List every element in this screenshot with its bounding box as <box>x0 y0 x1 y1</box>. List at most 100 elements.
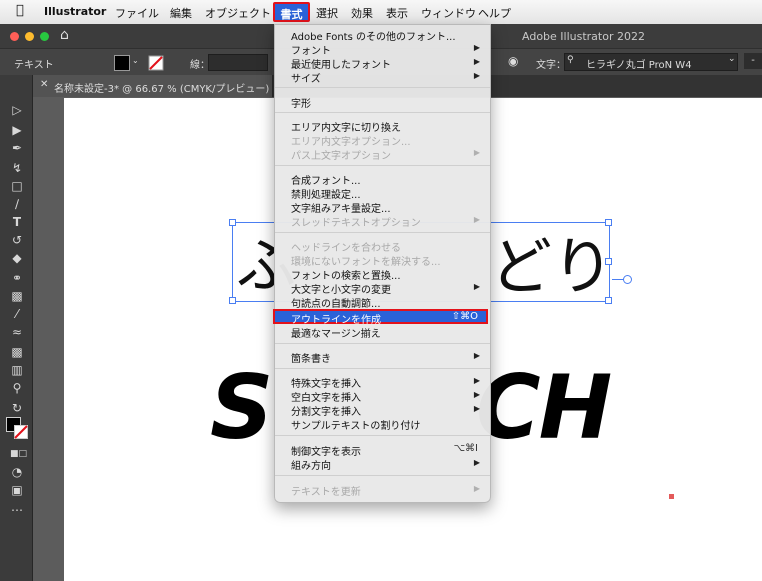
pen-tool-icon[interactable]: ✒ <box>10 141 24 155</box>
stroke-none-swatch[interactable] <box>148 55 164 71</box>
more-tools-icon[interactable]: ⋯ <box>10 503 24 517</box>
zoom-window-button[interactable] <box>40 32 49 41</box>
minimize-window-button[interactable] <box>25 32 34 41</box>
menu-item-smart-punctuation[interactable]: 句読点の自動調節... <box>291 295 381 310</box>
brush-tool-icon[interactable]: ∕ <box>10 197 24 211</box>
document-tab-title: 名称未設定-3* @ 66.67 % (CMYK/プレビュー) <box>54 84 270 95</box>
menu-select[interactable]: 選択 <box>316 5 338 21</box>
menu-item-fill-placeholder-text[interactable]: サンプルテキストの割り付け <box>291 417 420 432</box>
submenu-arrow-icon: ▶ <box>473 43 480 52</box>
submenu-arrow-icon: ▶ <box>473 404 480 413</box>
menu-item-show-hidden-characters[interactable]: 制御文字を表示 <box>291 443 361 458</box>
menu-item-resolve-missing-fonts: 環境にないフォントを解決する... <box>291 257 441 268</box>
direct-selection-tool-icon[interactable]: ▶ <box>10 123 24 137</box>
search-icon: ⚲ <box>567 55 574 65</box>
menu-help[interactable]: ヘルプ <box>478 5 511 21</box>
menu-window[interactable]: ウィンドウ <box>421 5 476 21</box>
artboard-tool-icon[interactable]: ▥ <box>10 363 24 377</box>
menu-item-area-type-options: エリア内文字オプション... <box>291 137 411 148</box>
font-dropdown-chevron-icon[interactable]: ⌄ <box>728 54 736 64</box>
submenu-arrow-icon: ▶ <box>473 282 480 291</box>
submenu-arrow-icon: ▶ <box>473 71 480 80</box>
menu-view[interactable]: 表示 <box>386 5 408 21</box>
submenu-arrow-icon: ▶ <box>473 484 480 493</box>
selection-handle[interactable] <box>229 297 236 304</box>
stroke-color-swatch[interactable] <box>14 425 28 439</box>
menu-item-glyphs[interactable]: 字形 <box>291 95 311 110</box>
stroke-label: 線： <box>190 60 210 71</box>
zoom-tool-icon[interactable]: ⚲ <box>10 381 24 395</box>
submenu-arrow-icon: ▶ <box>473 390 480 399</box>
menu-file[interactable]: ファイル <box>115 5 159 21</box>
menu-item-change-case[interactable]: 大文字と小文字の変更 <box>291 281 391 296</box>
menu-item-type-orientation[interactable]: 組み方向 <box>291 457 331 472</box>
shape-builder-tool-icon[interactable]: ⚭ <box>10 271 24 285</box>
screen-mode-icon[interactable]: ▣ <box>10 483 24 497</box>
menu-item-find-replace-font[interactable]: フォントの検索と置換... <box>291 267 401 282</box>
stroke-weight-input[interactable] <box>208 54 268 71</box>
fill-swatch[interactable] <box>114 55 130 71</box>
submenu-arrow-icon: ▶ <box>473 458 480 467</box>
close-window-button[interactable] <box>10 32 19 41</box>
menu-item-area-type[interactable]: エリア内文字に切り換え <box>291 119 401 134</box>
type-tool-icon[interactable]: T <box>10 215 24 229</box>
menu-separator <box>275 475 490 476</box>
drawing-mode-icon[interactable]: ◔ <box>10 465 24 479</box>
menu-item-mojikumi[interactable]: 文字組みアキ量設定... <box>291 200 391 215</box>
symbol-sprayer-tool-icon[interactable]: ▩ <box>10 345 24 359</box>
rectangle-tool-icon[interactable]: □ <box>10 179 24 193</box>
char-label: 文字： <box>536 60 566 71</box>
submenu-arrow-icon: ▶ <box>473 57 480 66</box>
menu-item-composite-fonts[interactable]: 合成フォント... <box>291 172 361 187</box>
create-outlines-label: アウトラインを作成 <box>291 315 381 326</box>
color-mode-icons[interactable]: ■□ <box>10 447 27 461</box>
menu-separator <box>275 343 490 344</box>
home-icon[interactable]: ⌂ <box>60 27 69 43</box>
menu-type[interactable]: 書式 <box>273 2 310 22</box>
eraser-tool-icon[interactable]: ◆ <box>10 251 24 265</box>
menu-edit[interactable]: 編集 <box>170 5 192 21</box>
menu-item-adobe-fonts[interactable]: Adobe Fonts のその他のフォント... <box>291 28 456 43</box>
blend-tool-icon[interactable]: ≈ <box>10 325 24 339</box>
menu-item-threaded-text-options: スレッドテキストオプション <box>291 218 421 229</box>
menu-item-insert-break[interactable]: 分割文字を挿入 <box>291 403 361 418</box>
selection-handle[interactable] <box>229 219 236 226</box>
menu-separator <box>275 368 490 369</box>
menu-item-kinsoku[interactable]: 禁則処理設定... <box>291 186 361 201</box>
menu-item-fit-headline: ヘッドラインを合わせる <box>291 243 401 254</box>
submenu-arrow-icon: ▶ <box>473 376 480 385</box>
swap-colors-icon[interactable]: ↻ <box>10 401 24 415</box>
gradient-tool-icon[interactable]: ▩ <box>10 289 24 303</box>
menu-object[interactable]: オブジェクト <box>205 5 271 21</box>
close-tab-icon[interactable]: ✕ <box>40 79 48 90</box>
submenu-arrow-icon: ▶ <box>473 148 480 157</box>
type-menu-dropdown: Adobe Fonts のその他のフォント... フォント ▶ 最近使用したフォ… <box>273 24 491 503</box>
document-tab[interactable]: ✕ 名称未設定-3* @ 66.67 % (CMYK/プレビュー) <box>32 75 273 97</box>
app-menu[interactable]: Illustrator <box>44 5 106 18</box>
artboard-text-2-left: S <box>210 356 273 459</box>
menu-item-bullets[interactable]: 箇条書き <box>291 350 331 365</box>
menu-item-font[interactable]: フォント <box>291 42 331 57</box>
chevron-down-icon[interactable]: ⌄ <box>132 56 139 65</box>
curvature-tool-icon[interactable]: ↯ <box>10 161 24 175</box>
window-title: Adobe Illustrator 2022 <box>522 30 645 43</box>
rotate-tool-icon[interactable]: ↺ <box>10 233 24 247</box>
eyedropper-tool-icon[interactable]: ⁄ <box>10 307 24 321</box>
menu-item-recent-fonts[interactable]: 最近使用したフォント <box>291 56 391 71</box>
menu-item-insert-special-character[interactable]: 特殊文字を挿入 <box>291 375 361 390</box>
menu-item-insert-whitespace[interactable]: 空白文字を挿入 <box>291 389 361 404</box>
text-out-port[interactable] <box>623 275 632 284</box>
menu-item-optical-margin-alignment[interactable]: 最適なマージン揃え <box>291 325 381 340</box>
apple-icon[interactable]:  <box>16 3 24 18</box>
menu-bar:  Illustrator ファイル 編集 オブジェクト 書式 選択 効果 表示… <box>0 0 762 25</box>
selection-tool-icon[interactable]: ▷ <box>10 103 24 117</box>
menu-item-create-outlines[interactable]: アウトラインを作成 ⇧⌘O <box>273 309 488 326</box>
submenu-arrow-icon: ▶ <box>473 351 480 360</box>
globe-icon[interactable]: ◉ <box>508 54 518 68</box>
font-style-field[interactable]: - <box>744 53 762 69</box>
menu-item-size[interactable]: サイズ <box>291 70 321 85</box>
small-marker <box>669 494 674 499</box>
menu-effect[interactable]: 効果 <box>351 5 373 21</box>
menu-separator <box>275 87 490 88</box>
show-hidden-characters-shortcut: ⌥⌘I <box>453 443 478 454</box>
